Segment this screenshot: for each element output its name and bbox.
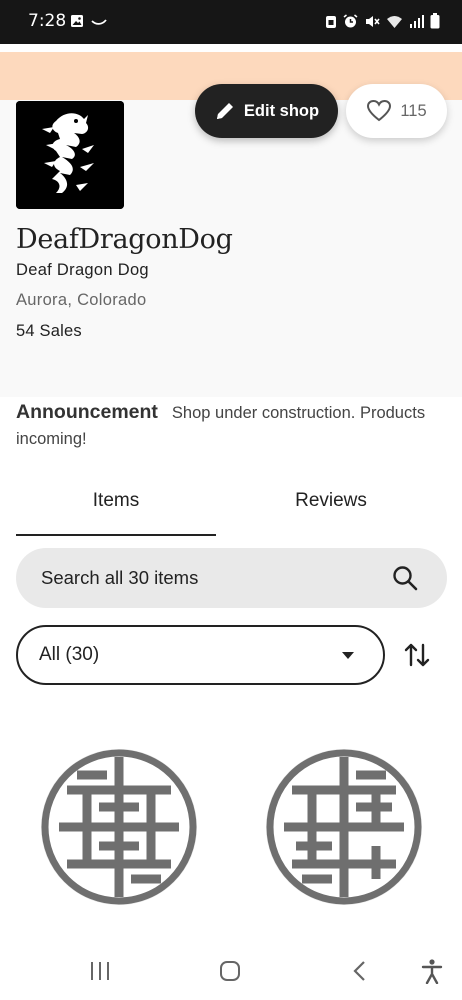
edit-shop-label: Edit shop — [243, 101, 320, 120]
sales-count[interactable]: 54 Sales — [16, 322, 82, 341]
favorite-button[interactable]: 115 — [346, 84, 447, 138]
missed-call-icon — [91, 19, 107, 25]
tab-reviews[interactable]: Reviews — [231, 490, 431, 534]
circular-emblem-icon — [41, 749, 197, 905]
tab-reviews-label: Reviews — [295, 490, 367, 511]
listing-item[interactable] — [37, 745, 201, 909]
home-icon[interactable] — [215, 956, 245, 986]
announcement-title: Announcement — [16, 401, 158, 423]
sort-icon[interactable] — [402, 640, 432, 670]
search-input[interactable] — [39, 566, 391, 590]
heart-icon — [367, 99, 392, 122]
pencil-icon — [216, 103, 233, 119]
alarm-icon — [343, 13, 358, 27]
accessibility-icon[interactable] — [417, 956, 447, 986]
search-bar[interactable] — [16, 548, 447, 608]
clipboard-icon — [326, 15, 336, 28]
image-icon — [71, 15, 83, 27]
mute-icon — [366, 15, 380, 27]
status-time: 7:28 — [28, 11, 67, 31]
favorites-count: 115 — [400, 101, 427, 120]
back-icon[interactable] — [345, 956, 375, 986]
listing-item[interactable] — [262, 745, 426, 909]
status-bar: 7:28 — [0, 0, 462, 44]
announcement: Announcement Shop under construction. Pro… — [16, 399, 436, 452]
tab-items[interactable]: Items — [16, 490, 216, 536]
owner-name: Deaf Dragon Dog — [16, 261, 149, 279]
recent-apps-icon[interactable] — [85, 956, 115, 986]
signal-icon — [410, 14, 424, 28]
battery-icon — [430, 13, 440, 29]
edit-shop-button[interactable]: Edit shop — [195, 84, 338, 138]
shop-name: DeafDragonDog — [16, 224, 233, 255]
search-icon[interactable] — [391, 564, 419, 592]
shop-profile: DeafDragonDog Deaf Dragon Dog Aurora, Co… — [0, 100, 462, 397]
circular-emblem-icon — [266, 749, 422, 905]
caret-down-icon — [342, 652, 354, 659]
wifi-icon — [387, 15, 402, 28]
dragon-logo-icon[interactable] — [16, 101, 124, 209]
tab-items-label: Items — [92, 490, 140, 511]
category-selected: All (30) — [39, 644, 100, 665]
shop-location: Aurora, Colorado — [16, 291, 147, 309]
category-select[interactable]: All (30) — [16, 625, 385, 685]
